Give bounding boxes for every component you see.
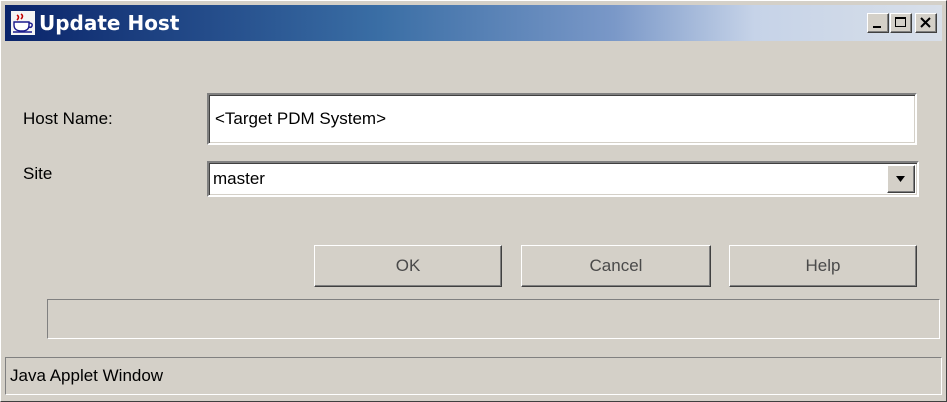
site-dropdown-button[interactable] [887, 165, 915, 193]
site-value: master [213, 169, 265, 188]
close-button[interactable] [915, 13, 937, 33]
status-bar: Java Applet Window [5, 357, 942, 395]
site-label: Site [23, 164, 53, 183]
chevron-down-icon [896, 176, 905, 182]
site-select[interactable]: master [207, 161, 919, 197]
help-button[interactable]: Help [729, 245, 917, 287]
minimize-button[interactable] [867, 13, 889, 33]
minimize-icon [873, 26, 881, 28]
host-name-input[interactable]: <Target PDM System> [207, 93, 917, 145]
progress-bar [47, 299, 940, 339]
window-title: Update Host [39, 11, 180, 35]
update-host-dialog: Update Host Host Name: <Target PDM Syste… [0, 0, 947, 402]
maximize-button[interactable] [890, 13, 912, 33]
ok-button[interactable]: OK [314, 245, 502, 287]
host-name-label: Host Name: [23, 109, 113, 128]
close-icon [920, 17, 931, 28]
host-name-value: <Target PDM System> [215, 109, 387, 128]
maximize-icon [895, 17, 906, 27]
java-cup-icon [11, 11, 35, 35]
cancel-button[interactable]: Cancel [521, 245, 711, 287]
title-bar[interactable]: Update Host [5, 5, 942, 41]
